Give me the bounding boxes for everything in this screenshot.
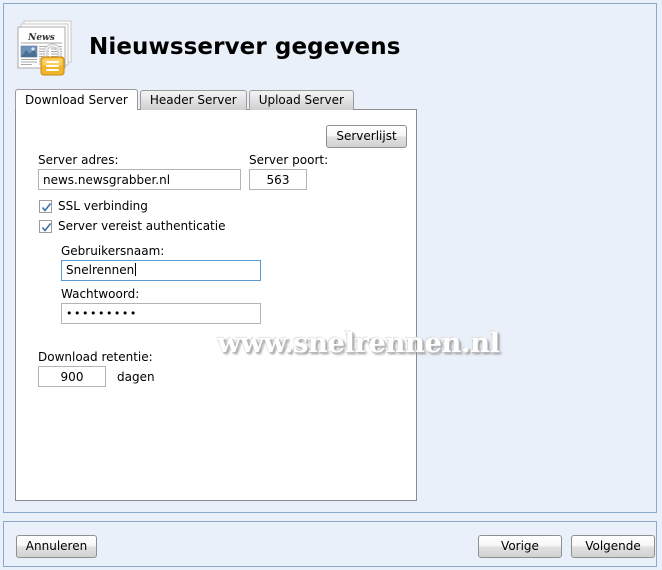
auth-checkbox-row[interactable]: Server vereist authenticatie <box>39 219 225 233</box>
tab-strip: Download Server Header Server Upload Ser… <box>15 89 356 110</box>
retention-input[interactable] <box>38 366 106 387</box>
ssl-checkbox-row[interactable]: SSL verbinding <box>39 199 148 213</box>
text-caret <box>135 263 137 276</box>
tab-download-server[interactable]: Download Server <box>15 89 138 110</box>
tab-header-server[interactable]: Header Server <box>139 90 247 110</box>
download-server-panel: Server adres: Server poort: SSL verbindi… <box>15 109 417 501</box>
cancel-button[interactable]: Annuleren <box>16 535 97 558</box>
svg-text:News: News <box>27 33 55 43</box>
server-port-input[interactable] <box>249 169 307 190</box>
ssl-checkbox[interactable] <box>39 199 52 213</box>
auth-checkbox[interactable] <box>39 219 52 233</box>
next-button[interactable]: Volgende <box>571 535 655 558</box>
server-address-label: Server adres: <box>38 153 119 167</box>
password-input[interactable]: ••••••••• <box>61 303 261 324</box>
dialog-window: News Nieuwsserver gegevens Download Serv… <box>3 3 657 513</box>
back-button[interactable]: Vorige <box>478 535 562 558</box>
dialog-header: News Nieuwsserver gegevens <box>4 4 656 86</box>
ssl-checkbox-label: SSL verbinding <box>58 199 148 213</box>
password-label: Wachtwoord: <box>61 287 140 301</box>
serverlist-button[interactable]: Serverlijst <box>326 125 407 148</box>
server-address-input[interactable] <box>38 169 241 190</box>
tab-upload-server[interactable]: Upload Server <box>248 90 354 110</box>
newspaper-lock-icon: News <box>13 18 83 80</box>
username-label: Gebruikersnaam: <box>61 244 165 258</box>
server-port-label: Server poort: <box>249 153 329 167</box>
auth-checkbox-label: Server vereist authenticatie <box>58 219 226 233</box>
retention-unit-label: dagen <box>117 370 155 384</box>
username-value: Snelrennen <box>66 263 135 277</box>
page-title: Nieuwsserver gegevens <box>89 34 401 60</box>
username-input[interactable]: Snelrennen <box>61 260 261 281</box>
password-value: ••••••••• <box>66 307 138 320</box>
retention-label: Download retentie: <box>38 350 153 364</box>
dialog-button-bar: Annuleren Vorige Volgende <box>3 521 657 567</box>
